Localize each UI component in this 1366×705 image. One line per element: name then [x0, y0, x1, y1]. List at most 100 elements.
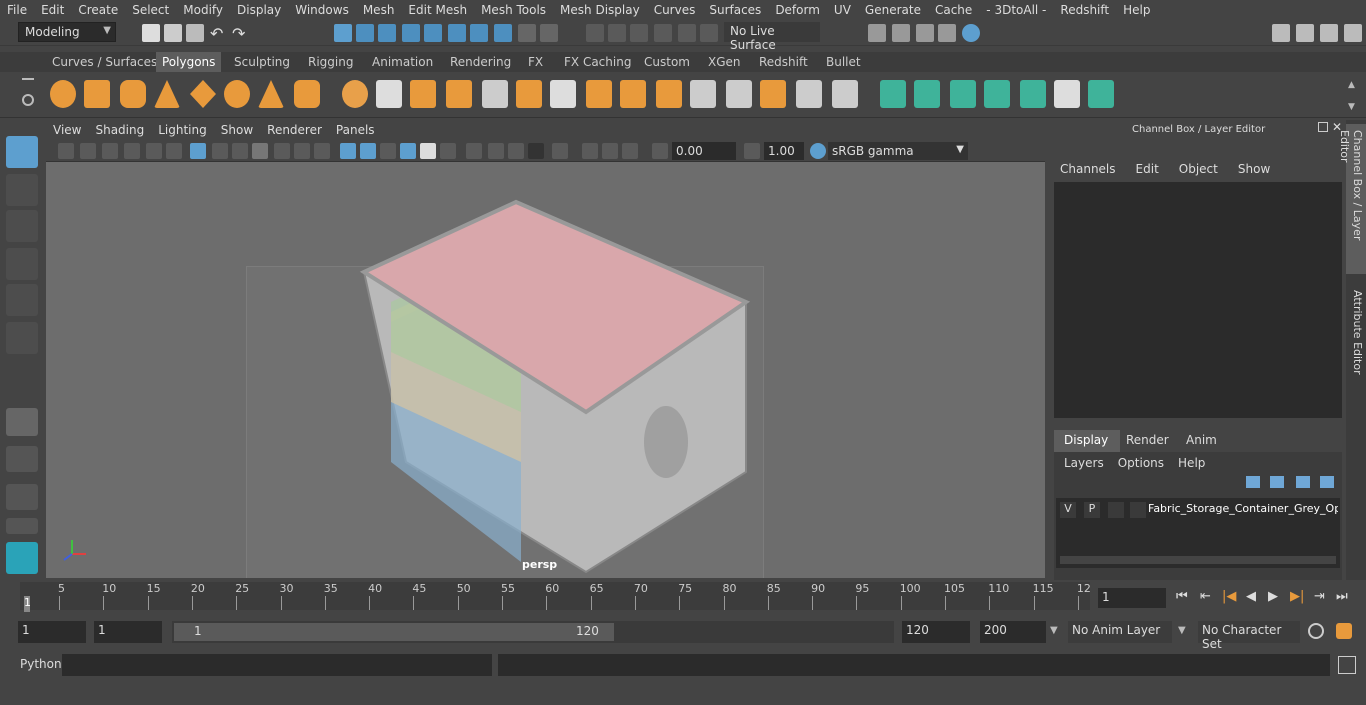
menu-file[interactable]: File: [0, 3, 34, 17]
auto-key-icon[interactable]: [1308, 623, 1324, 639]
toggle-channel-box-icon[interactable]: [1296, 24, 1314, 42]
menu-mesh-tools[interactable]: Mesh Tools: [474, 3, 553, 17]
render-sequence-icon[interactable]: [892, 24, 910, 42]
paint-select-tool-icon[interactable]: [6, 210, 38, 242]
save-scene-icon[interactable]: [186, 24, 204, 42]
anim-layer-dropdown[interactable]: No Anim Layer: [1068, 621, 1172, 643]
vp-menu-lighting[interactable]: Lighting: [151, 123, 214, 137]
xray-icon[interactable]: [582, 143, 598, 159]
poly-pyramid-icon[interactable]: [258, 80, 284, 108]
camera-select-icon[interactable]: [58, 143, 74, 159]
menu-modify[interactable]: Modify: [176, 3, 230, 17]
shelf-tab-fx-caching[interactable]: FX Caching: [558, 52, 637, 72]
render-frame-icon[interactable]: [868, 24, 886, 42]
smooth-shade-icon[interactable]: [360, 143, 376, 159]
single-view-icon[interactable]: [6, 408, 38, 436]
toggle-attribute-editor-icon[interactable]: [1320, 24, 1338, 42]
anti-aliasing-icon[interactable]: [528, 143, 544, 159]
use-all-lights-icon[interactable]: [440, 143, 456, 159]
vp-menu-panels[interactable]: Panels: [329, 123, 382, 137]
delete-history-icon[interactable]: [796, 80, 822, 108]
play-forward-icon[interactable]: ▶: [1268, 589, 1278, 604]
poly-plane-icon[interactable]: [190, 80, 216, 108]
layer-menu-layers[interactable]: Layers: [1064, 456, 1104, 470]
gamma-field[interactable]: 1.00: [764, 142, 804, 160]
open-scene-icon[interactable]: [164, 24, 182, 42]
outliner-view-icon[interactable]: [6, 518, 38, 534]
animation-prefs-icon[interactable]: [1336, 623, 1352, 639]
construction-history-icon[interactable]: [586, 24, 604, 42]
new-scene-icon[interactable]: [142, 24, 160, 42]
menu-mesh[interactable]: Mesh: [356, 3, 402, 17]
image-plane-icon[interactable]: [124, 143, 140, 159]
2d-pan-zoom-icon[interactable]: [146, 143, 162, 159]
end-time-field[interactable]: 200: [980, 621, 1046, 643]
new-layer-icon[interactable]: [1296, 476, 1310, 488]
menu-display[interactable]: Display: [230, 3, 288, 17]
cb-menu-show[interactable]: Show: [1238, 162, 1270, 176]
chevron-down-icon[interactable]: ▼: [1050, 625, 1058, 636]
current-frame-field[interactable]: 1: [1098, 588, 1166, 608]
four-view-icon[interactable]: [6, 446, 38, 472]
uv-checker-icon[interactable]: [1054, 80, 1080, 108]
float-panel-icon[interactable]: [1318, 122, 1328, 132]
uv-automatic-icon[interactable]: [984, 80, 1010, 108]
shelf-tab-rendering[interactable]: Rendering: [444, 52, 517, 72]
shelf-menu-icon[interactable]: [22, 78, 34, 80]
shelf-tab-animation[interactable]: Animation: [366, 52, 439, 72]
menu-3dtoall[interactable]: - 3DtoAll -: [979, 3, 1053, 17]
exposure-field[interactable]: 0.00: [672, 142, 736, 160]
menu-redshift[interactable]: Redshift: [1053, 3, 1116, 17]
gamma-icon[interactable]: [744, 143, 760, 159]
mirror-icon[interactable]: [410, 80, 436, 108]
symmetry-icon[interactable]: [540, 24, 558, 42]
script-editor-icon[interactable]: [1338, 656, 1356, 674]
move-layer-down-icon[interactable]: [1270, 476, 1284, 488]
menu-surfaces[interactable]: Surfaces: [702, 3, 768, 17]
uv-unfold-icon[interactable]: [1020, 80, 1046, 108]
poly-torus-icon[interactable]: [224, 80, 250, 108]
gate-mask-icon[interactable]: [252, 143, 268, 159]
shelf-settings-gear-icon[interactable]: [22, 94, 34, 106]
color-management-icon[interactable]: [810, 143, 826, 159]
channel-list[interactable]: [1054, 182, 1342, 418]
layer-visibility-toggle[interactable]: V: [1060, 502, 1076, 518]
menu-edit-mesh[interactable]: Edit Mesh: [401, 3, 474, 17]
side-tab-channel-box[interactable]: Channel Box / Layer Editor: [1338, 124, 1366, 274]
smooth-icon[interactable]: [446, 80, 472, 108]
uv-spherical-icon[interactable]: [950, 80, 976, 108]
film-gate-icon[interactable]: [212, 143, 228, 159]
bevel-icon[interactable]: [620, 80, 646, 108]
shelf-tab-rigging[interactable]: Rigging: [302, 52, 359, 72]
isolate-select-icon[interactable]: [552, 143, 568, 159]
snap-grid-icon[interactable]: [402, 24, 420, 42]
live-surface-icon[interactable]: [700, 24, 718, 42]
poly-cone-icon[interactable]: [154, 80, 180, 108]
poly-sphere-icon[interactable]: [50, 80, 76, 108]
vp-menu-view[interactable]: View: [46, 123, 88, 137]
shelf-tab-curves-surfaces[interactable]: Curves / Surfaces: [46, 52, 163, 72]
make-live-icon[interactable]: [678, 24, 696, 42]
new-layer-selected-icon[interactable]: [1320, 476, 1334, 488]
shelf-scroll-up-icon[interactable]: ▲: [1348, 80, 1355, 90]
insert-edge-loop-icon[interactable]: [586, 80, 612, 108]
layer-menu-help[interactable]: Help: [1178, 456, 1205, 470]
camera-attributes-icon[interactable]: [80, 143, 96, 159]
playback-start-field[interactable]: 1: [94, 621, 162, 643]
bookmark-icon[interactable]: [102, 143, 118, 159]
side-by-side-view-icon[interactable]: [6, 484, 38, 510]
default-material-icon[interactable]: [400, 143, 416, 159]
live-surface-field[interactable]: No Live Surface: [724, 22, 820, 52]
command-input[interactable]: [62, 654, 492, 676]
colorspace-dropdown[interactable]: sRGB gamma ▼: [828, 142, 968, 160]
shelf-tab-polygons[interactable]: Polygons: [156, 52, 222, 72]
redo-icon[interactable]: ↷: [232, 24, 250, 43]
wireframe-on-shaded-icon[interactable]: [380, 143, 396, 159]
cb-menu-edit[interactable]: Edit: [1136, 162, 1159, 176]
xray-active-icon[interactable]: [602, 143, 618, 159]
undo-icon[interactable]: ↶: [210, 24, 228, 43]
toggle-tool-settings-icon[interactable]: [1344, 24, 1362, 42]
layer-tab-anim[interactable]: Anim: [1186, 430, 1217, 452]
select-by-hierarchy-icon[interactable]: [334, 24, 352, 42]
layer-tab-display[interactable]: Display: [1054, 430, 1120, 452]
